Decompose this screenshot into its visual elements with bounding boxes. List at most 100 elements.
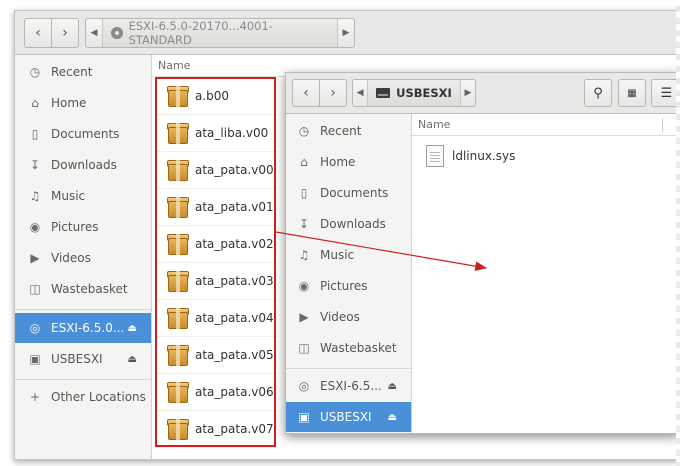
sidebar-item-label: Recent [51, 65, 93, 79]
file-name: ata_pata.v00 [195, 163, 274, 177]
path-scroll-right-button[interactable]: ▶ [461, 80, 475, 106]
file-name: ata_pata.v01 [195, 200, 274, 214]
sidebar-item-recent[interactable]: ◷ Recent [286, 116, 411, 146]
music-icon: ♫ [298, 248, 310, 262]
sidebar-item-wastebasket[interactable]: ◫ Wastebasket [286, 333, 411, 363]
forward-button[interactable]: › [51, 18, 79, 48]
package-icon [167, 195, 189, 219]
sidebar-item-music[interactable]: ♫ Music [286, 240, 411, 270]
sidebar-separator [286, 368, 411, 369]
sidebar-item-pictures[interactable]: ◉ Pictures [15, 212, 151, 242]
sidebar-item-music[interactable]: ♫ Music [15, 181, 151, 211]
sidebar-item-label: Wastebasket [51, 282, 128, 296]
sidebar-item-downloads[interactable]: ↧ Downloads [15, 150, 151, 180]
list-item[interactable]: ldlinux.sys [412, 137, 679, 174]
sidebar-item-documents[interactable]: ▯ Documents [286, 178, 411, 208]
list-item[interactable]: ata_pata.v02 [157, 226, 277, 263]
path-scroll-right-button[interactable]: ▶ [338, 19, 354, 47]
path-bar: ◀ USBESXI ▶ [352, 79, 476, 107]
disc-icon [111, 27, 123, 39]
list-item[interactable]: a.b00 [157, 78, 277, 115]
list-item[interactable]: ata_pata.v03 [157, 263, 277, 300]
drive-icon: ▣ [29, 352, 41, 366]
sidebar-item-home[interactable]: ⌂ Home [286, 147, 411, 177]
path-crumb-usbesxi[interactable]: USBESXI [367, 80, 461, 106]
package-icon [167, 306, 189, 330]
sidebar-item-documents[interactable]: ▯ Documents [15, 119, 151, 149]
sidebar-item-label: ESXI-6.5... [320, 379, 382, 393]
eject-icon[interactable]: ⏏ [388, 412, 397, 423]
sidebar-item-label: ESXI-6.5.0... [51, 321, 125, 335]
list-item[interactable]: ata_liba.v00 [157, 115, 277, 152]
path-scroll-left-button[interactable]: ◀ [86, 19, 102, 47]
sidebar-item-label: Wastebasket [320, 341, 397, 355]
sidebar-item-label: Recent [320, 124, 362, 138]
sidebar-item-videos[interactable]: ▶ Videos [15, 243, 151, 273]
file-name: ata_pata.v05 [195, 348, 274, 362]
sidebar-item-label: USBESXI [320, 410, 372, 424]
eject-icon[interactable]: ⏏ [128, 354, 137, 365]
search-button[interactable]: ⚲ [584, 79, 612, 107]
file-name: ldlinux.sys [452, 148, 516, 163]
home-icon: ⌂ [31, 96, 39, 110]
sidebar-item-other-locations[interactable]: + Other Locations [15, 382, 151, 412]
front-file-manager-window: ‹ › ◀ USBESXI ▶ ⚲ ▦ ☰ ◷ Recent ⌂ Home ▯ Doc… [285, 72, 680, 434]
grid-icon: ▦ [627, 87, 637, 99]
path-crumb-label: USBESXI [396, 86, 452, 100]
triangle-right-icon: ▶ [342, 28, 350, 38]
triangle-left-icon: ◀ [356, 88, 364, 98]
camera-icon: ◉ [29, 220, 41, 234]
list-item[interactable]: ata_pata.v05 [157, 337, 277, 374]
list-item[interactable]: ata_pata.v04 [157, 300, 277, 337]
list-item[interactable]: ata_pata.v00 [157, 152, 277, 189]
sidebar-item-esxi-disc[interactable]: ◎ ESXI-6.5... ⏏ [286, 371, 411, 401]
eject-icon[interactable]: ⏏ [388, 381, 397, 392]
file-name: ata_pata.v04 [195, 311, 274, 325]
sidebar-item-label: Other Locations [51, 390, 146, 404]
package-icon [167, 417, 189, 441]
sidebar-item-videos[interactable]: ▶ Videos [286, 302, 411, 332]
sidebar-item-pictures[interactable]: ◉ Pictures [286, 271, 411, 301]
document-icon: ▯ [31, 127, 39, 141]
package-icon [167, 380, 189, 404]
sidebar-item-usbesxi[interactable]: ▣ USBESXI ⏏ [15, 344, 151, 374]
triangle-left-icon: ◀ [90, 28, 98, 38]
sidebar-item-label: Pictures [51, 220, 99, 234]
document-icon: ▯ [300, 186, 308, 200]
back-button[interactable]: ‹ [24, 18, 52, 48]
file-name: a.b00 [195, 89, 230, 103]
column-divider [662, 118, 663, 132]
grid-view-button[interactable]: ▦ [618, 79, 646, 107]
sidebar-item-home[interactable]: ⌂ Home [15, 88, 151, 118]
drive-icon: ▣ [298, 410, 310, 424]
sidebar-item-wastebasket[interactable]: ◫ Wastebasket [15, 274, 151, 304]
package-icon [167, 158, 189, 182]
package-icon [167, 84, 189, 108]
download-icon: ↧ [29, 158, 41, 172]
file-name: ata_pata.v03 [195, 274, 274, 288]
list-item[interactable]: ata_pata.v01 [157, 189, 277, 226]
sidebar-item-downloads[interactable]: ↧ Downloads [286, 209, 411, 239]
sidebar-item-label: Videos [51, 251, 91, 265]
sidebar-item-label: Music [320, 248, 355, 262]
sidebar-item-esxi-disc[interactable]: ◎ ESXI-6.5.0... ⏏ [15, 313, 151, 343]
front-sidebar: ◷ Recent ⌂ Home ▯ Documents ↧ Downloads ♫ Mus… [286, 114, 412, 433]
drive-icon [376, 88, 391, 98]
file-name: ata_pata.v07 [195, 422, 274, 436]
column-header-name[interactable]: Name [412, 114, 679, 136]
sidebar-item-label: Home [51, 96, 87, 110]
back-sidebar: ◷ Recent ⌂ Home ▯ Documents ↧ Downloads ♫ Mus… [15, 55, 152, 459]
back-button[interactable]: ‹ [292, 79, 320, 107]
plus-icon: + [29, 390, 41, 404]
sidebar-item-usbesxi[interactable]: ▣ USBESXI ⏏ [286, 402, 411, 432]
chevron-left-icon: ‹ [303, 85, 309, 101]
eject-icon[interactable]: ⏏ [128, 323, 137, 334]
sidebar-item-label: Videos [320, 310, 360, 324]
list-item[interactable]: ata_pata.v06 [157, 374, 277, 411]
forward-button[interactable]: › [319, 79, 347, 107]
sidebar-item-recent[interactable]: ◷ Recent [15, 57, 151, 87]
list-item[interactable]: ata_pata.v07 [157, 411, 277, 448]
path-crumb-disc[interactable]: ESXI-6.5.0-20170...4001-STANDARD [102, 19, 338, 47]
path-scroll-left-button[interactable]: ◀ [353, 80, 367, 106]
download-icon: ↧ [298, 217, 310, 231]
